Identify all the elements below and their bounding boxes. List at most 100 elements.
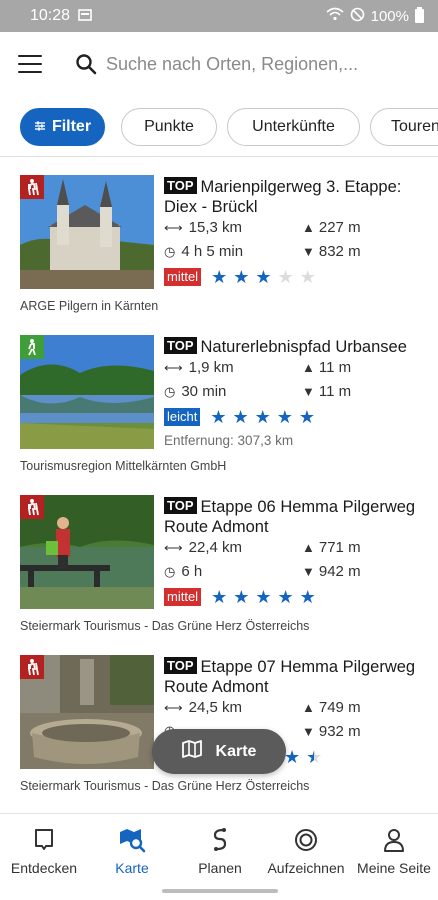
tour-ascent: 11 m bbox=[318, 359, 352, 376]
tour-distance: 15,3 km bbox=[188, 219, 242, 236]
chip-unterkuenfte-label: Unterkünfte bbox=[252, 118, 335, 135]
chip-unterkuenfte[interactable]: Unterkünfte bbox=[227, 108, 360, 146]
user-icon bbox=[350, 824, 438, 856]
tour-source: Steiermark Tourismus - Das Grüne Herz Ös… bbox=[20, 619, 310, 633]
tour-duration: 30 min bbox=[181, 383, 227, 400]
map-button-label: Karte bbox=[215, 742, 257, 760]
map-button[interactable]: Karte bbox=[152, 729, 286, 774]
tour-image bbox=[20, 175, 154, 289]
ascent-icon: ▲ bbox=[302, 360, 315, 375]
descent-icon: ▼ bbox=[302, 244, 315, 259]
tour-ascent: 749 m bbox=[318, 699, 361, 716]
tour-card[interactable]: TOP Naturerlebnispfad Urbansee ⟷ 1,9 km ▲ 1… bbox=[0, 317, 438, 477]
tour-meta: ◷ 30 min ▼ 11 m bbox=[164, 383, 434, 405]
menu-icon[interactable] bbox=[18, 55, 42, 74]
notification-icon bbox=[78, 8, 92, 25]
tour-source: ARGE Pilgern in Kärnten bbox=[20, 299, 159, 313]
tour-ascent: 771 m bbox=[318, 539, 361, 556]
bottom-navigation: Entdecken Karte Planen Aufzeichnen Meine… bbox=[0, 813, 438, 900]
star-icon: ★ bbox=[255, 267, 272, 287]
difficulty-badge: mittel bbox=[164, 588, 202, 606]
star-icon: ★ bbox=[276, 407, 293, 427]
nav-aufzeichnen[interactable]: Aufzeichnen bbox=[262, 824, 350, 886]
route-icon bbox=[176, 824, 264, 856]
tour-source: Tourismusregion Mittelkärnten GmbH bbox=[20, 459, 227, 473]
tour-meta: ◷ 6 h ▼ 942 m bbox=[164, 563, 434, 585]
star-icon: ★ bbox=[211, 267, 228, 287]
star-icon: ★ bbox=[210, 407, 227, 427]
nav-meine-seite[interactable]: Meine Seite bbox=[350, 824, 438, 886]
tour-title-text: Etappe 07 Hemma Pilgerweg Route Admont bbox=[164, 658, 416, 696]
tour-title: TOP Naturerlebnispfad Urbansee bbox=[164, 337, 428, 357]
rating-row: mittel ★ ★ ★ ★ ★ bbox=[164, 266, 434, 288]
distance-icon: ⟷ bbox=[164, 699, 183, 715]
walking-icon bbox=[20, 335, 44, 359]
hiking-icon bbox=[20, 495, 44, 519]
star-rating: ★ ★ ★ ★ ★ bbox=[211, 267, 316, 287]
map-search-icon bbox=[88, 824, 176, 856]
tour-image bbox=[20, 335, 154, 449]
tour-descent: 11 m bbox=[318, 383, 352, 400]
descent-icon: ▼ bbox=[302, 564, 315, 579]
distance-from-here: Entfernung: 307,3 km bbox=[164, 433, 294, 448]
tour-descent: 932 m bbox=[318, 723, 361, 740]
clock-icon: ◷ bbox=[164, 383, 176, 399]
tour-card[interactable]: TOP Etappe 06 Hemma Pilgerweg Route Admon… bbox=[0, 477, 438, 637]
filter-sliders-icon bbox=[34, 120, 46, 135]
star-rating: ★ ★ ★ ★ ★ bbox=[211, 587, 316, 607]
filter-button[interactable]: Filter bbox=[20, 108, 105, 146]
tour-card[interactable]: TOP Marienpilgerweg 3. Etappe: Diex - Brü… bbox=[0, 157, 438, 317]
tour-title: TOP Etappe 07 Hemma Pilgerweg Route Admon… bbox=[164, 657, 428, 697]
ascent-icon: ▲ bbox=[302, 540, 315, 555]
chip-touren-label: Touren bbox=[391, 118, 438, 135]
chip-punkte[interactable]: Punkte bbox=[121, 108, 217, 146]
tour-meta: ⟷ 15,3 km ▲ 227 m bbox=[164, 219, 434, 241]
top-badge: TOP bbox=[164, 657, 197, 674]
tour-meta: ⟷ 24,5 km ▲ 749 m bbox=[164, 699, 434, 721]
battery-percent: 100% bbox=[370, 7, 409, 25]
nav-karte[interactable]: Karte bbox=[88, 824, 176, 886]
tour-descent: 832 m bbox=[318, 243, 361, 260]
filter-label: Filter bbox=[51, 118, 92, 135]
nav-label: Aufzeichnen bbox=[267, 860, 345, 876]
star-icon: ★ bbox=[298, 407, 316, 427]
wifi-icon bbox=[326, 7, 344, 25]
tour-title-text: Marienpilgerweg 3. Etappe: Diex - Brückl bbox=[164, 178, 402, 216]
star-icon: ★ bbox=[255, 587, 272, 607]
nav-planen[interactable]: Planen bbox=[176, 824, 264, 886]
tour-meta: ◷ 4 h 5 min ▼ 832 m bbox=[164, 243, 434, 265]
star-icon: ★ bbox=[233, 267, 250, 287]
distance-icon: ⟷ bbox=[164, 539, 183, 555]
chip-touren[interactable]: Touren bbox=[370, 108, 438, 146]
tour-title-text: Etappe 06 Hemma Pilgerweg Route Admont bbox=[164, 498, 416, 536]
filter-chips: Filter Punkte Unterkünfte Touren bbox=[0, 106, 438, 150]
difficulty-badge: mittel bbox=[164, 268, 202, 286]
top-badge: TOP bbox=[164, 337, 197, 354]
descent-icon: ▼ bbox=[302, 724, 315, 739]
status-time: 10:28 bbox=[30, 7, 71, 24]
tour-list: TOP Marienpilgerweg 3. Etappe: Diex - Brü… bbox=[0, 157, 438, 813]
rating-row: mittel ★ ★ ★ ★ ★ bbox=[164, 586, 434, 608]
search-icon[interactable] bbox=[74, 52, 98, 76]
star-half-icon: ★ bbox=[306, 747, 323, 767]
tour-ascent: 227 m bbox=[318, 219, 361, 236]
tour-source: Steiermark Tourismus - Das Grüne Herz Ös… bbox=[20, 779, 310, 793]
chip-punkte-label: Punkte bbox=[144, 118, 194, 135]
record-icon bbox=[262, 824, 350, 856]
star-icon: ★ bbox=[284, 747, 301, 767]
distance-icon: ⟷ bbox=[164, 219, 183, 235]
nav-entdecken[interactable]: Entdecken bbox=[0, 824, 88, 886]
do-not-disturb-icon bbox=[350, 7, 365, 26]
bookmark-icon bbox=[0, 824, 88, 856]
descent-icon: ▼ bbox=[302, 384, 315, 399]
status-bar: 10:28 100% bbox=[0, 0, 438, 32]
tour-duration: 4 h 5 min bbox=[181, 243, 244, 260]
home-indicator[interactable] bbox=[162, 889, 278, 893]
hiking-icon bbox=[20, 175, 44, 199]
search-input[interactable] bbox=[106, 50, 426, 78]
ascent-icon: ▲ bbox=[302, 700, 315, 715]
clock-icon: ◷ bbox=[164, 563, 176, 579]
star-empty-icon: ★ bbox=[299, 267, 316, 287]
battery-icon bbox=[415, 7, 424, 23]
nav-label: Karte bbox=[115, 860, 149, 876]
